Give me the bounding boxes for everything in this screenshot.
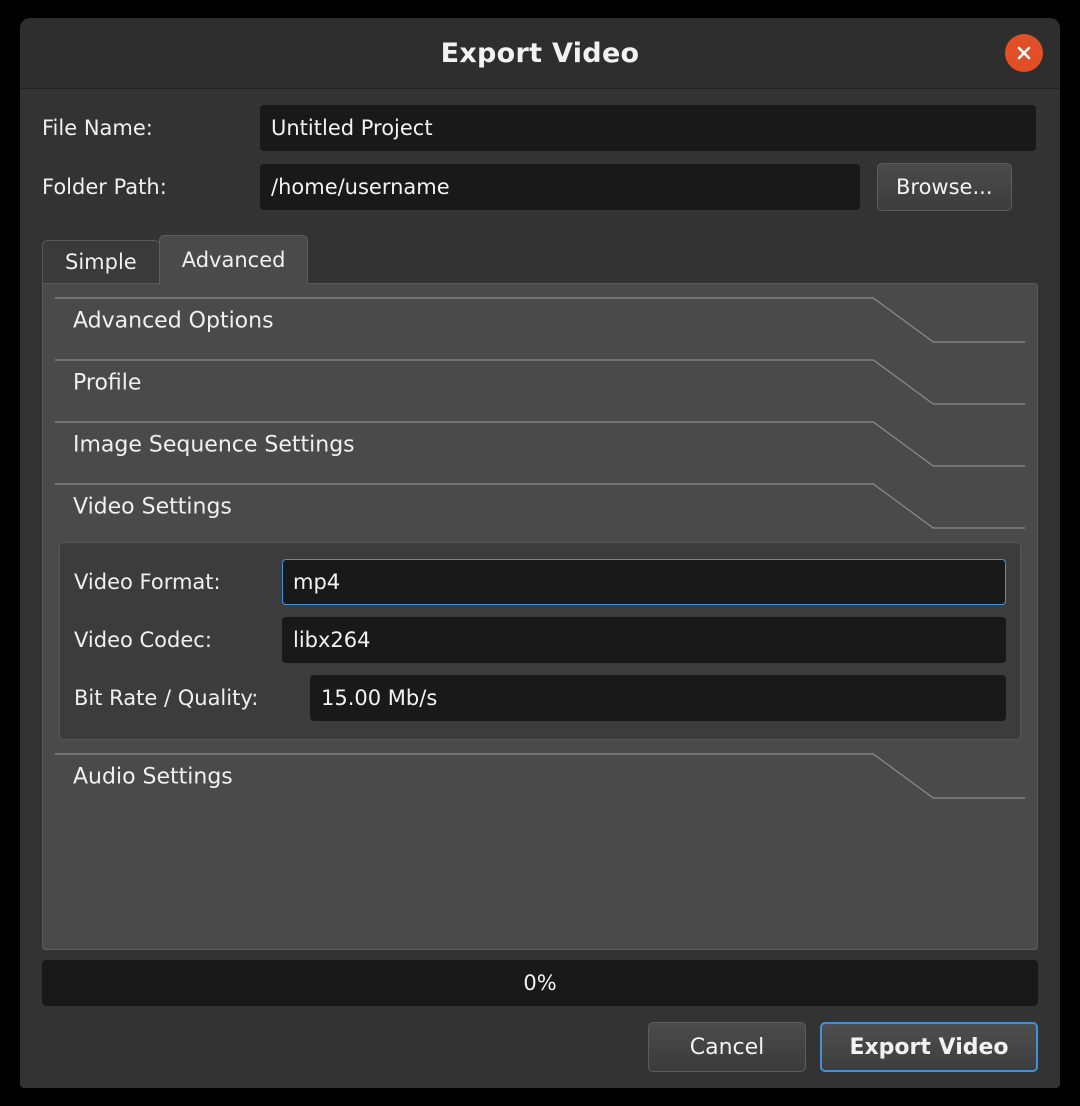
bit-rate-label: Bit Rate / Quality: <box>74 686 298 710</box>
browse-button[interactable]: Browse... <box>877 163 1012 211</box>
bit-rate-input[interactable] <box>310 675 1006 721</box>
section-advanced-options[interactable]: Advanced Options <box>55 290 1025 352</box>
tab-advanced[interactable]: Advanced <box>159 235 309 284</box>
folder-path-row: Folder Path: Browse... <box>42 163 1038 211</box>
file-name-row: File Name: <box>42 105 1038 151</box>
export-progress-bar: 0% <box>42 960 1038 1006</box>
video-format-row: Video Format: <box>74 559 1006 605</box>
dialog-body: File Name: Folder Path: Browse... Simple… <box>20 89 1060 950</box>
file-name-label: File Name: <box>42 116 260 140</box>
bit-rate-row: Bit Rate / Quality: <box>74 675 1006 721</box>
screen: Export Video File Name: Folder Path: Bro… <box>0 0 1080 1106</box>
folder-path-label: Folder Path: <box>42 175 260 199</box>
dialog-titlebar: Export Video <box>20 18 1060 89</box>
advanced-tab-panel: Advanced Options Profile Image Sequence … <box>42 283 1038 950</box>
section-title: Audio Settings <box>73 765 233 790</box>
section-title: Video Settings <box>73 495 232 520</box>
file-name-input[interactable] <box>260 105 1036 151</box>
section-divider-icon <box>55 352 1025 414</box>
section-video-settings[interactable]: Video Settings <box>55 476 1025 538</box>
dialog-footer: 0% Cancel Export Video <box>20 950 1060 1088</box>
video-codec-input[interactable] <box>282 617 1006 663</box>
section-title: Advanced Options <box>73 309 274 334</box>
cancel-button[interactable]: Cancel <box>648 1022 806 1072</box>
tabstrip: Simple Advanced <box>42 237 1038 283</box>
folder-path-input[interactable] <box>260 164 860 210</box>
section-image-sequence-settings[interactable]: Image Sequence Settings <box>55 414 1025 476</box>
section-title: Image Sequence Settings <box>73 433 355 458</box>
video-format-label: Video Format: <box>74 570 270 594</box>
close-icon <box>1014 43 1034 63</box>
close-button[interactable] <box>1005 34 1043 72</box>
section-profile[interactable]: Profile <box>55 352 1025 414</box>
video-codec-label: Video Codec: <box>74 628 270 652</box>
video-format-input[interactable] <box>282 559 1006 605</box>
dialog-title: Export Video <box>441 38 640 69</box>
tab-simple[interactable]: Simple <box>42 240 160 283</box>
progress-percent-label: 0% <box>523 971 556 995</box>
button-bar: Cancel Export Video <box>42 1022 1038 1072</box>
section-title: Profile <box>73 371 141 396</box>
video-codec-row: Video Codec: <box>74 617 1006 663</box>
export-video-dialog: Export Video File Name: Folder Path: Bro… <box>20 18 1060 1088</box>
export-video-button[interactable]: Export Video <box>820 1022 1038 1072</box>
video-settings-group: Video Format: Video Codec: Bit Rate / Qu… <box>59 542 1021 740</box>
section-audio-settings[interactable]: Audio Settings <box>55 746 1025 808</box>
